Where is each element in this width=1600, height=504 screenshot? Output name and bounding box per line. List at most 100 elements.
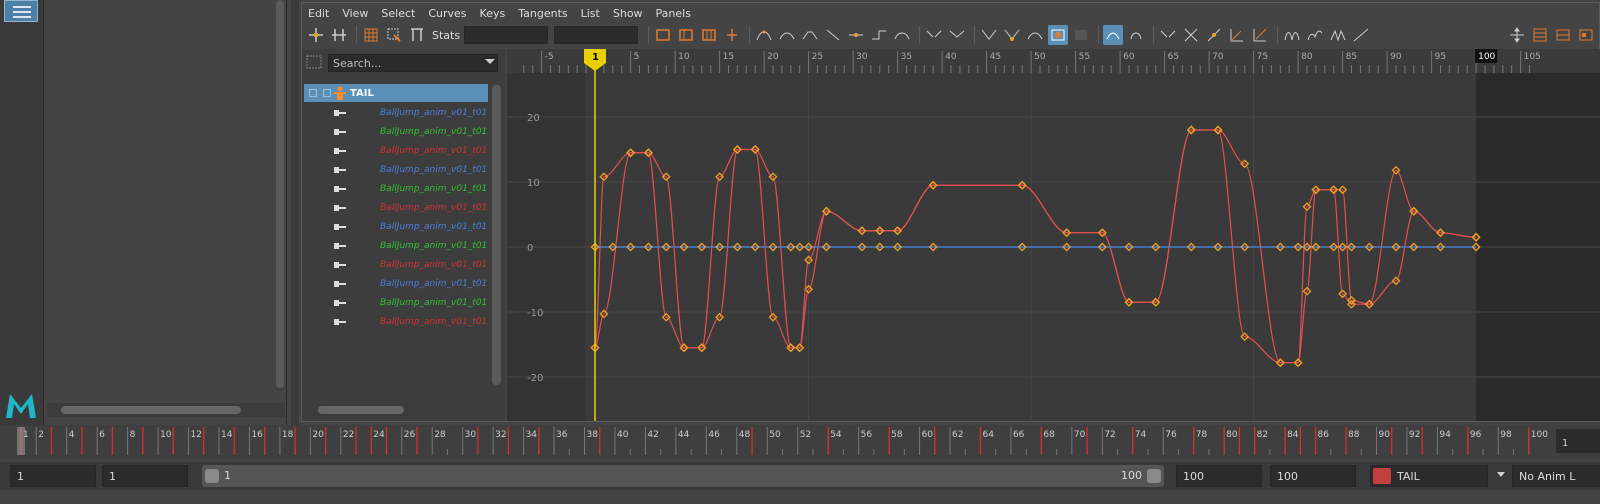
- timeline-current-frame[interactable]: [17, 427, 25, 455]
- cycle-offset-icon[interactable]: [1305, 25, 1325, 45]
- frame-all-icon[interactable]: [653, 25, 673, 45]
- menu-list[interactable]: List: [581, 7, 600, 20]
- normalize-icon[interactable]: [1158, 25, 1178, 45]
- auto-load-icon[interactable]: [1048, 25, 1069, 45]
- menu-select[interactable]: Select: [381, 7, 415, 20]
- collapse-icon[interactable]: [309, 89, 317, 97]
- stats-value-field[interactable]: [554, 26, 639, 44]
- outliner-channel-row[interactable]: BallJump_anim_v01_t01_\: [302, 199, 492, 218]
- trax-editor-icon[interactable]: [1553, 25, 1573, 45]
- graph-view[interactable]: -515101520253035404550556065707580859095…: [507, 49, 1600, 421]
- channel-name: BallJump_anim_v01_t01_\: [380, 317, 487, 327]
- auto-tangent-icon[interactable]: [754, 25, 774, 45]
- side-panel-vscroll[interactable]: [276, 0, 284, 388]
- break-tangents-icon[interactable]: [924, 25, 944, 45]
- retime-tool-icon[interactable]: [407, 25, 427, 45]
- current-time-label: 1: [592, 52, 599, 63]
- cycle-icon[interactable]: [1282, 25, 1302, 45]
- menu-edit[interactable]: Edit: [308, 7, 329, 20]
- menu-curves[interactable]: Curves: [428, 7, 466, 20]
- pre-infinity-icon[interactable]: [1227, 25, 1247, 45]
- outliner-channel-row[interactable]: BallJump_anim_v01_t01_\: [302, 180, 492, 199]
- outliner-hscroll[interactable]: [304, 403, 500, 417]
- filter-icon[interactable]: [306, 55, 322, 69]
- center-time-icon[interactable]: [722, 25, 742, 45]
- free-tangent-weight-icon[interactable]: [979, 25, 999, 45]
- outliner-toggle-icon[interactable]: [4, 0, 38, 22]
- expand-icon[interactable]: [323, 89, 331, 97]
- character-set-menu[interactable]: TAIL: [1370, 465, 1488, 487]
- range-slider[interactable]: 1 100: [202, 465, 1164, 487]
- stacked-view-icon[interactable]: [1204, 25, 1224, 45]
- time-editor-icon[interactable]: [1576, 25, 1596, 45]
- search-dropdown-icon[interactable]: [485, 59, 495, 64]
- animation-start-field[interactable]: 1: [10, 465, 96, 487]
- side-panel-hscroll[interactable]: [47, 403, 285, 417]
- plateau-tangent-icon[interactable]: [892, 25, 912, 45]
- dope-sheet-icon[interactable]: [1530, 25, 1550, 45]
- menu-show[interactable]: Show: [613, 7, 643, 20]
- value-snap-icon[interactable]: [1126, 25, 1146, 45]
- outliner-channel-row[interactable]: BallJump_anim_v01_t01_\: [302, 142, 492, 161]
- anim-layer-field[interactable]: No Anim L: [1512, 465, 1600, 487]
- outliner-channel-row[interactable]: BallJump_anim_v01_t01_\: [302, 256, 492, 275]
- timeline-label: 26: [404, 430, 416, 440]
- ruler-label: 90: [1390, 52, 1402, 62]
- curve-graph[interactable]: -515101520253035404550556065707580859095…: [507, 49, 1600, 421]
- timeline-label: 86: [1318, 430, 1330, 440]
- menu-tangents[interactable]: Tangents: [518, 7, 567, 20]
- timeline-label: 76: [1165, 430, 1177, 440]
- y-axis-label: 10: [527, 178, 540, 189]
- linear-tangent-icon[interactable]: [823, 25, 843, 45]
- unify-tangents-icon[interactable]: [947, 25, 967, 45]
- outliner-channel-row[interactable]: BallJump_anim_v01_t01_\: [302, 313, 492, 332]
- time-snap-icon[interactable]: [1103, 25, 1124, 45]
- anim-curve-icon: [334, 129, 346, 135]
- playback-start-field[interactable]: 1: [102, 465, 188, 487]
- insert-key-icon[interactable]: [329, 25, 349, 45]
- frame-selection-icon[interactable]: [676, 25, 696, 45]
- frame-playback-icon[interactable]: [699, 25, 719, 45]
- outliner-channel-row[interactable]: BallJump_anim_v01_t01_\: [302, 123, 492, 142]
- oscillate-icon[interactable]: [1328, 25, 1348, 45]
- outliner-search-input[interactable]: Search...: [328, 54, 498, 72]
- lock-tangent-weight-icon[interactable]: [1002, 25, 1022, 45]
- ruler-label: 80: [1301, 52, 1313, 62]
- menu-keys[interactable]: Keys: [480, 7, 506, 20]
- timeline-label: 88: [1348, 430, 1360, 440]
- region-select-icon[interactable]: [384, 25, 404, 45]
- playback-end-field[interactable]: 100: [1176, 465, 1262, 487]
- anim-layer-dropdown-icon[interactable]: [1497, 472, 1505, 477]
- timeline-label: 20: [312, 430, 324, 440]
- animation-end-field[interactable]: 100: [1270, 465, 1356, 487]
- range-start-handle[interactable]: [205, 469, 219, 483]
- outliner-channel-row[interactable]: BallJump_anim_v01_t01_\: [302, 161, 492, 180]
- time-slider[interactable]: 1 2 4 6 8 10 12 14 16 18 20 22 24 26 28 30 32 34 36 38 40 42 4…: [0, 425, 1600, 459]
- outliner-channel-row[interactable]: BallJump_anim_v01_t01_\: [302, 237, 492, 256]
- outliner-vscroll[interactable]: [492, 85, 501, 385]
- linear-infinity-icon[interactable]: [1351, 25, 1371, 45]
- timeline[interactable]: 1 2 4 6 8 10 12 14 16 18 20 22 24 26 28 30 32 34 36 38 40 42 4…: [0, 425, 1600, 459]
- buffer-curve-icon[interactable]: [1025, 25, 1045, 45]
- menu-view[interactable]: View: [342, 7, 368, 20]
- panel-divider[interactable]: [291, 0, 299, 425]
- range-end-handle[interactable]: [1147, 469, 1161, 483]
- flat-tangent-icon[interactable]: [846, 25, 866, 45]
- anim-curve-icon: [334, 300, 346, 306]
- outliner-item-tail[interactable]: TAIL: [304, 84, 488, 102]
- outliner-channel-row[interactable]: BallJump_anim_v01_t01_\: [302, 275, 492, 294]
- clamped-tangent-icon[interactable]: [800, 25, 820, 45]
- move-view-icon[interactable]: [1507, 25, 1527, 45]
- denormalize-icon[interactable]: [1181, 25, 1201, 45]
- post-infinity-icon[interactable]: [1250, 25, 1270, 45]
- stats-time-field[interactable]: [464, 26, 549, 44]
- step-tangent-icon[interactable]: [869, 25, 889, 45]
- spline-tangent-icon[interactable]: [777, 25, 797, 45]
- move-key-icon[interactable]: [306, 25, 326, 45]
- menu-panels[interactable]: Panels: [656, 7, 691, 20]
- outliner-channel-row[interactable]: BallJump_anim_v01_t01_\: [302, 104, 492, 123]
- lattice-deform-icon[interactable]: [361, 25, 381, 45]
- outliner-channel-row[interactable]: BallJump_anim_v01_t01_\: [302, 218, 492, 237]
- load-selected-icon[interactable]: [1071, 25, 1091, 45]
- outliner-channel-row[interactable]: BallJump_anim_v01_t01_\: [302, 294, 492, 313]
